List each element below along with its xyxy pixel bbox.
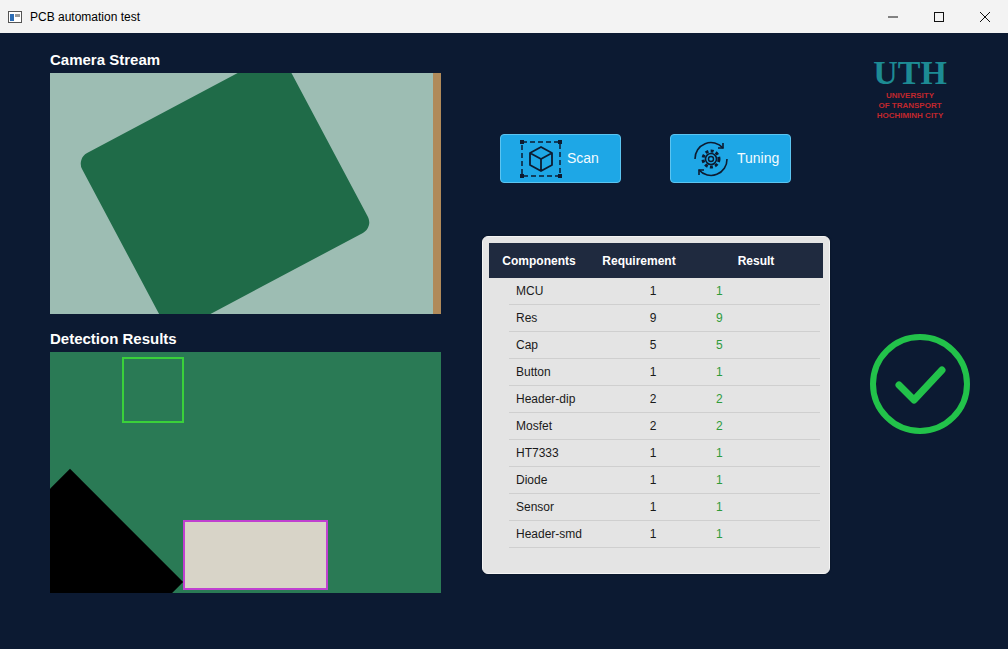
main-area: Camera Stream Detection Results UTH UNIV… [0,33,1008,649]
app-icon [8,11,22,23]
close-icon [980,12,990,22]
result-cell: 1 [709,444,820,462]
scan-button[interactable]: Scan [500,134,621,183]
right-area: UTH UNIVERSITYOF TRANSPORTHOCHIMINH CITY… [441,33,1008,649]
table-cell: 1 [609,498,709,516]
minimize-button[interactable] [870,0,916,33]
table-row: MCU11 [509,278,820,305]
table-row: HT733311 [509,440,820,467]
title-bar: PCB automation test [0,0,1008,33]
table-row: Mosfet22 [509,413,820,440]
maximize-icon [934,12,944,22]
table-row: Sensor11 [509,494,820,521]
result-row: ComponentsRequirementResult MCU11Res99Ca… [482,236,1008,574]
table-cell: 2 [609,417,709,435]
table-cell: HT7333 [509,444,609,462]
left-column: Camera Stream Detection Results [0,33,441,649]
table-cell: Diode [509,471,609,489]
table-cell: Cap [509,336,609,354]
result-cell: 1 [709,363,820,381]
table-cell: 1 [609,471,709,489]
check-icon [868,332,972,436]
column-header: Components [489,252,589,270]
table-cell: 2 [609,390,709,408]
table-cell: 1 [609,282,709,300]
tuning-button[interactable]: Tuning [670,134,791,183]
logo-mark: UTH [873,55,947,91]
table-row: Cap55 [509,332,820,359]
close-button[interactable] [962,0,1008,33]
table-cell: Header-smd [509,525,609,543]
table-cell: Header-dip [509,390,609,408]
camera-label: Camera Stream [50,49,441,73]
button-label: Tuning [737,148,779,169]
result-cell: 2 [709,390,820,408]
table-row: Header-smd11 [509,521,820,548]
button-row: Scan Tuning [500,134,1008,183]
table-body: MCU11Res99Cap55Button11Header-dip22Mosfe… [489,278,823,548]
window-title: PCB automation test [30,8,870,26]
result-cell: 1 [709,282,820,300]
maximize-button[interactable] [916,0,962,33]
status-indicator [868,332,972,436]
table-row: Res99 [509,305,820,332]
result-cell: 1 [709,498,820,516]
table-cell: 5 [609,336,709,354]
logo-line: UNIVERSITY [886,91,934,101]
app-window: PCB automation test Camera Stream Detect… [0,0,1008,649]
table-cell: MCU [509,282,609,300]
table-cell: 1 [609,363,709,381]
table-cell: Res [509,309,609,327]
table-cell: Sensor [509,498,609,516]
minimize-icon [888,12,898,22]
table-cell: 9 [609,309,709,327]
table-row: Button11 [509,359,820,386]
detection-label: Detection Results [50,328,441,352]
table-row: Diode11 [509,467,820,494]
detection-image [50,352,441,593]
table-cell: Button [509,363,609,381]
result-cell: 9 [709,309,820,327]
logo: UTH UNIVERSITYOF TRANSPORTHOCHIMINH CITY [860,55,960,121]
logo-line: HOCHIMINH CITY [877,111,944,121]
table-header: ComponentsRequirementResult [489,243,823,278]
button-label: Scan [567,148,599,169]
cube-icon [519,139,563,179]
results-card: ComponentsRequirementResult MCU11Res99Ca… [482,236,830,574]
result-cell: 5 [709,336,820,354]
result-cell: 2 [709,417,820,435]
result-cell: 1 [709,471,820,489]
table-cell: 1 [609,525,709,543]
gear-icon [689,137,733,181]
table-row: Header-dip22 [509,386,820,413]
logo-line: OF TRANSPORT [878,101,941,111]
table-cell: 1 [609,444,709,462]
column-header: Requirement [589,252,689,270]
result-cell: 1 [709,525,820,543]
table-cell: Mosfet [509,417,609,435]
column-header: Result [689,252,823,270]
camera-feed [50,73,441,314]
